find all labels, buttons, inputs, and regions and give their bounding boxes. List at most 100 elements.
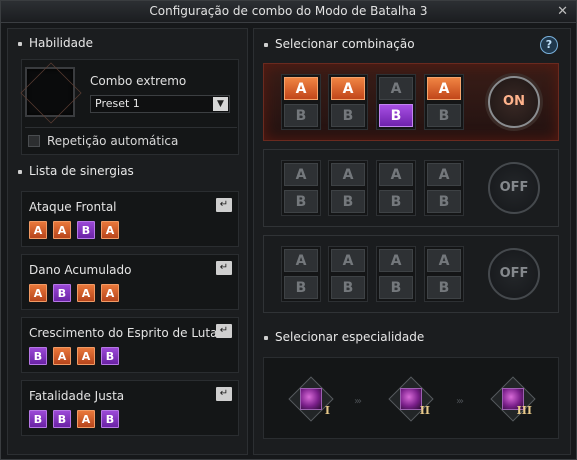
chip-b: B (53, 284, 71, 302)
combo-toggle-button[interactable]: ON (488, 76, 540, 128)
enter-icon[interactable]: ↵ (216, 198, 232, 212)
synergy-name: Fatalidade Justa (29, 389, 125, 403)
option-a[interactable]: A (331, 163, 365, 186)
auto-repeat-label: Repetição automática (47, 134, 179, 148)
combo-slot: A B (424, 160, 464, 216)
combo-slot: A B (376, 74, 416, 130)
chip-a: A (53, 221, 71, 239)
close-icon[interactable]: ✕ (557, 1, 568, 22)
specialty-icon (300, 388, 322, 410)
option-b[interactable]: B (331, 190, 365, 213)
option-b[interactable]: B (284, 104, 318, 127)
option-b[interactable]: B (427, 190, 461, 213)
chip-a: A (53, 347, 71, 365)
option-a[interactable]: A (284, 77, 318, 100)
preset-value: Preset 1 (95, 97, 140, 110)
option-a[interactable]: A (284, 249, 318, 272)
chip-b: B (77, 221, 95, 239)
option-b[interactable]: B (331, 104, 365, 127)
separator-arrows: ››› (456, 396, 464, 407)
specialty-section-title: Selecionar especialidade (263, 330, 425, 344)
synergy-name: Crescimento do Esprito de Luta (29, 326, 218, 340)
combo-slot: A B (281, 246, 321, 302)
chip-b: B (53, 410, 71, 428)
chip-a: A (101, 284, 119, 302)
specialty-slot[interactable]: I (288, 376, 334, 422)
combo-toggle-button[interactable]: OFF (488, 248, 540, 300)
synergy-sequence: A A B A (29, 221, 119, 239)
option-a[interactable]: A (427, 163, 461, 186)
skill-icon[interactable] (25, 67, 75, 117)
chip-b: B (29, 347, 47, 365)
chip-a: A (29, 221, 47, 239)
enter-icon[interactable]: ↵ (216, 324, 232, 338)
option-b[interactable]: B (284, 276, 318, 299)
specialty-numeral: I (324, 404, 330, 417)
window-title: Configuração de combo do Modo de Batalha… (149, 4, 428, 18)
preset-dropdown[interactable]: Preset 1 ▼ (90, 95, 230, 113)
option-a[interactable]: A (427, 77, 461, 100)
chip-a: A (29, 284, 47, 302)
specialty-numeral: II (419, 404, 430, 417)
enter-icon[interactable]: ↵ (216, 261, 232, 275)
combo-slot: A B (328, 74, 368, 130)
combo-slot: A B (424, 246, 464, 302)
option-b[interactable]: B (427, 104, 461, 127)
chevron-down-icon[interactable]: ▼ (213, 97, 228, 111)
combo-slot: A B (281, 74, 321, 130)
option-a[interactable]: A (379, 163, 413, 186)
chip-a: A (77, 284, 95, 302)
synergy-item[interactable]: Fatalidade Justa ↵ B B A B (21, 380, 239, 436)
specialty-icon (400, 388, 422, 410)
combination-section-title: Selecionar combinação (264, 37, 415, 51)
synergy-item[interactable]: Dano Acumulado ↵ A B A A (21, 254, 239, 310)
option-a[interactable]: A (284, 163, 318, 186)
option-a[interactable]: A (379, 77, 413, 100)
specialty-box: I ››› II ››› III (263, 357, 559, 439)
specialty-slot[interactable]: III (490, 376, 536, 422)
option-b[interactable]: B (331, 276, 365, 299)
synergy-section-title: Lista de sinergias (18, 164, 134, 178)
option-b[interactable]: B (379, 104, 413, 127)
help-icon[interactable]: ? (540, 36, 558, 54)
synergy-sequence: B B A B (29, 410, 119, 428)
option-b[interactable]: B (427, 276, 461, 299)
separator-arrows: ››› (354, 396, 362, 407)
option-a[interactable]: A (331, 249, 365, 272)
option-b[interactable]: B (379, 276, 413, 299)
option-a[interactable]: A (379, 249, 413, 272)
option-a[interactable]: A (427, 249, 461, 272)
chip-b: B (29, 410, 47, 428)
chip-a: A (77, 410, 95, 428)
combo-row: A B A B A B A B OFF (263, 149, 559, 227)
specialty-numeral: III (516, 404, 532, 417)
combo-slot: A B (376, 246, 416, 302)
chip-a: A (77, 347, 95, 365)
combo-row: A B A B A B A B OFF (263, 235, 559, 313)
synergy-sequence: A B A A (29, 284, 119, 302)
combo-config-window: Configuração de combo do Modo de Batalha… (0, 0, 577, 460)
combo-slot: A B (376, 160, 416, 216)
synergy-item[interactable]: Ataque Frontal ↵ A A B A (21, 191, 239, 247)
title-bar[interactable]: Configuração de combo do Modo de Batalha… (1, 1, 576, 23)
divider (25, 127, 237, 128)
chip-b: B (101, 347, 119, 365)
option-a[interactable]: A (331, 77, 365, 100)
combo-slot: A B (328, 246, 368, 302)
option-b[interactable]: B (379, 190, 413, 213)
synergy-name: Dano Acumulado (29, 263, 132, 277)
synergy-item[interactable]: Crescimento do Esprito de Luta ↵ B A A B (21, 317, 239, 373)
combo-toggle-button[interactable]: OFF (488, 162, 540, 214)
combo-slot: A B (281, 160, 321, 216)
specialty-slot[interactable]: II (388, 376, 434, 422)
synergy-name: Ataque Frontal (29, 200, 117, 214)
skill-section-title: Habilidade (18, 36, 93, 50)
enter-icon[interactable]: ↵ (216, 387, 232, 401)
auto-repeat-checkbox[interactable] (28, 135, 40, 147)
combo-row: A B A B A B A B ON (263, 63, 559, 141)
combo-slot: A B (328, 160, 368, 216)
skill-name: Combo extremo (90, 74, 187, 88)
option-b[interactable]: B (284, 190, 318, 213)
chip-a: A (101, 221, 119, 239)
chip-b: B (101, 410, 119, 428)
